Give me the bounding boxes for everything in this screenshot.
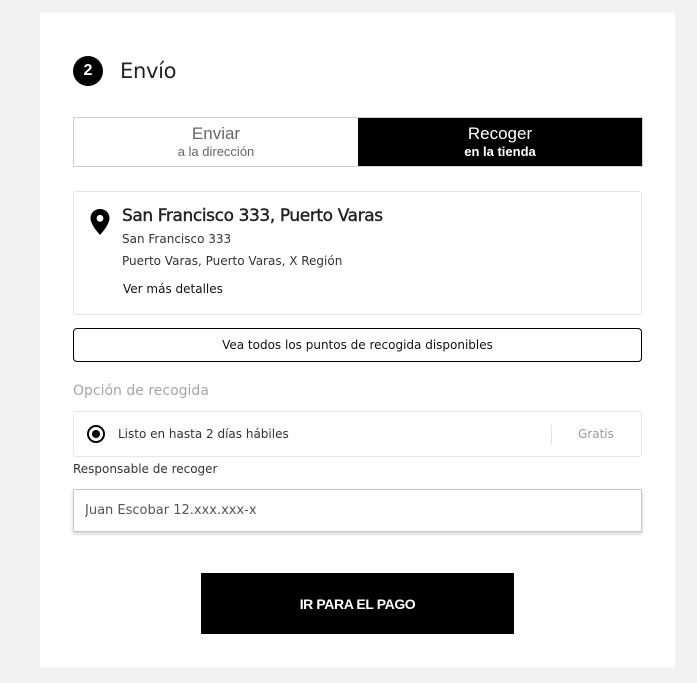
store-details-link[interactable]: Ver más detalles [123, 282, 223, 296]
store-name: San Francisco 333, Puerto Varas [122, 206, 383, 226]
option-divider [551, 425, 552, 445]
step-header: 2 Envío [73, 56, 177, 86]
ship-option-label: Enviar [191, 124, 241, 143]
pickup-option-sublabel: en la tienda [464, 144, 536, 159]
step-number-badge: 2 [73, 56, 103, 86]
pickup-option-section-label: Opción de recogida [73, 383, 209, 399]
responsible-name-input[interactable] [73, 489, 642, 532]
step-title: Envío [120, 59, 177, 83]
pickup-option-row[interactable]: Listo en hasta 2 días hábiles Gratis [73, 411, 642, 457]
store-address-line1: San Francisco 333 [122, 232, 232, 246]
ship-option-sublabel: a la dirección [177, 144, 255, 159]
responsible-field-label: Responsable de recoger [73, 462, 218, 476]
shipping-panel: 2 Envío Enviar a la dirección Recoger en… [40, 13, 675, 667]
pickup-option-radio[interactable] [87, 425, 105, 443]
ship-to-address-option[interactable]: Enviar a la dirección [74, 118, 358, 166]
pickup-option-price: Gratis [578, 427, 614, 441]
store-address-line2: Puerto Varas, Puerto Varas, X Región [122, 254, 343, 268]
pickup-store-card: San Francisco 333, Puerto Varas San Fran… [73, 191, 642, 315]
pickup-option-label: Listo en hasta 2 días hábiles [118, 427, 289, 441]
pickup-in-store-option[interactable]: Recoger en la tienda [358, 118, 642, 166]
delivery-method-toggle: Enviar a la dirección Recoger en la tien… [73, 117, 643, 167]
pickup-option-label: Recoger [467, 124, 533, 143]
go-to-payment-button[interactable]: IR PARA EL PAGO [201, 573, 514, 634]
map-pin-icon [90, 209, 110, 235]
view-pickup-points-button[interactable]: Vea todos los puntos de recogida disponi… [73, 328, 642, 362]
